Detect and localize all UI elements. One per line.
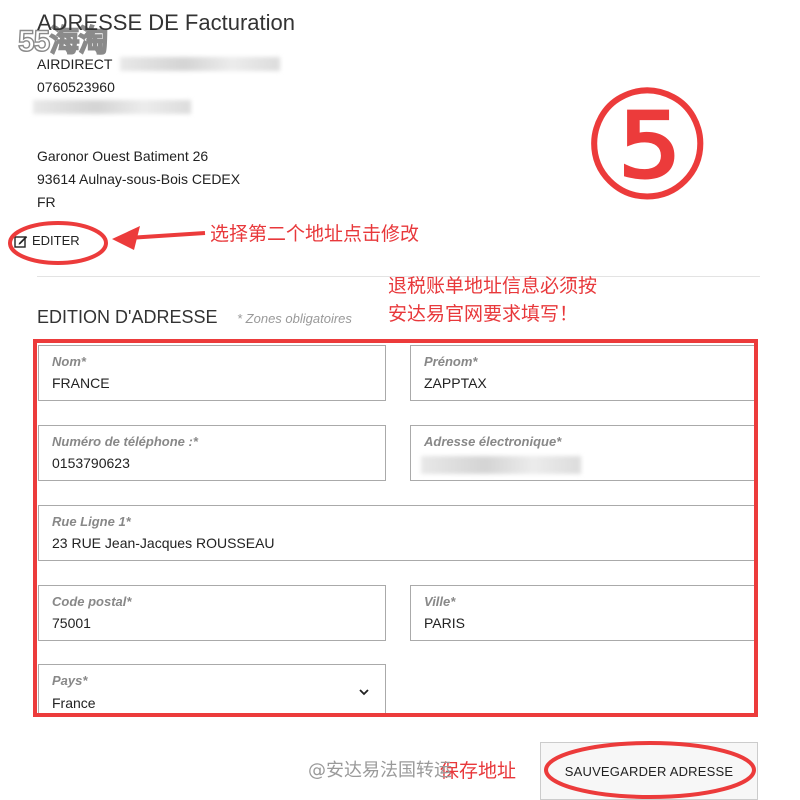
billing-city-line: 93614 Aulnay-sous-Bois CEDEX (37, 171, 241, 187)
redacted-company-blur (120, 57, 280, 71)
billing-address-title: ADRESSE DE Facturation (37, 10, 295, 35)
edit-hint-text: 选择第二个地址点击修改 (210, 223, 420, 245)
step-number-badge: ⑤ (580, 60, 715, 234)
required-fields-note: * Zones obligatoires (237, 311, 352, 326)
save-address-button[interactable]: SAUVEGARDER ADRESSE (540, 742, 758, 800)
tax-hint-line1: 退税账单地址信息必须按 (388, 275, 598, 297)
billing-company: AIRDIRECT (37, 56, 113, 72)
redacted-email-blur (33, 100, 191, 114)
weibo-watermark: @安达易法国转运 (308, 760, 452, 781)
edit-address-link[interactable]: EDITER (14, 233, 80, 248)
tax-hint-line2: 安达易官网要求填写！ (388, 303, 579, 325)
form-highlight-box (33, 339, 758, 717)
edit-hint-arrowhead (112, 226, 140, 250)
edit-icon (14, 235, 28, 248)
billing-phone: 0760523960 (37, 79, 115, 95)
edit-address-label: EDITER (32, 233, 80, 248)
billing-street: Garonor Ouest Batiment 26 (37, 148, 209, 164)
edit-hint-arrow (127, 231, 206, 240)
edition-title: EDITION D'ADRESSE (37, 307, 218, 327)
billing-country: FR (37, 194, 56, 210)
